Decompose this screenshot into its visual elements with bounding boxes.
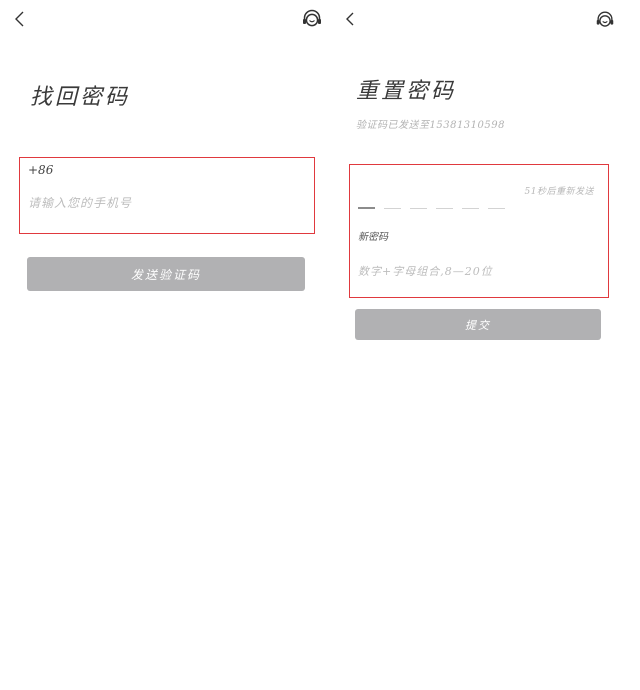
resend-timer[interactable]: 51秒后重新发送 [525,184,594,197]
new-password-input[interactable] [358,261,594,281]
code-sent-notice: 验证码已发送至15381310598 [356,120,505,131]
code-slot-1[interactable] [358,185,375,209]
send-code-button[interactable]: 发送验证码 [27,257,305,291]
headset-icon [303,9,321,27]
verification-code-input[interactable] [358,185,505,209]
new-password-label: 新密码 [358,232,388,243]
code-slot-6[interactable] [488,185,505,209]
reset-password-screen: 重置密码 验证码已发送至15381310598 51秒后重新发送 新密码 提交 [334,0,640,690]
back-button[interactable] [8,6,32,32]
chevron-left-icon [346,12,354,26]
code-slot-3[interactable] [410,185,427,209]
support-button[interactable] [594,9,616,31]
code-slot-5[interactable] [462,185,479,209]
page-title: 找回密码 [30,85,131,110]
back-button[interactable] [338,6,362,32]
chevron-left-icon [15,11,24,27]
retrieve-password-screen: 找回密码 +86 发送验证码 [0,0,334,690]
headset-icon [596,11,614,27]
code-slot-4[interactable] [436,185,453,209]
code-slot-2[interactable] [384,185,401,209]
submit-button[interactable]: 提交 [355,309,601,340]
page-title: 重置密码 [356,79,457,104]
country-code[interactable]: +86 [28,163,53,177]
phone-number-input[interactable] [28,193,298,213]
support-button[interactable] [300,7,324,31]
